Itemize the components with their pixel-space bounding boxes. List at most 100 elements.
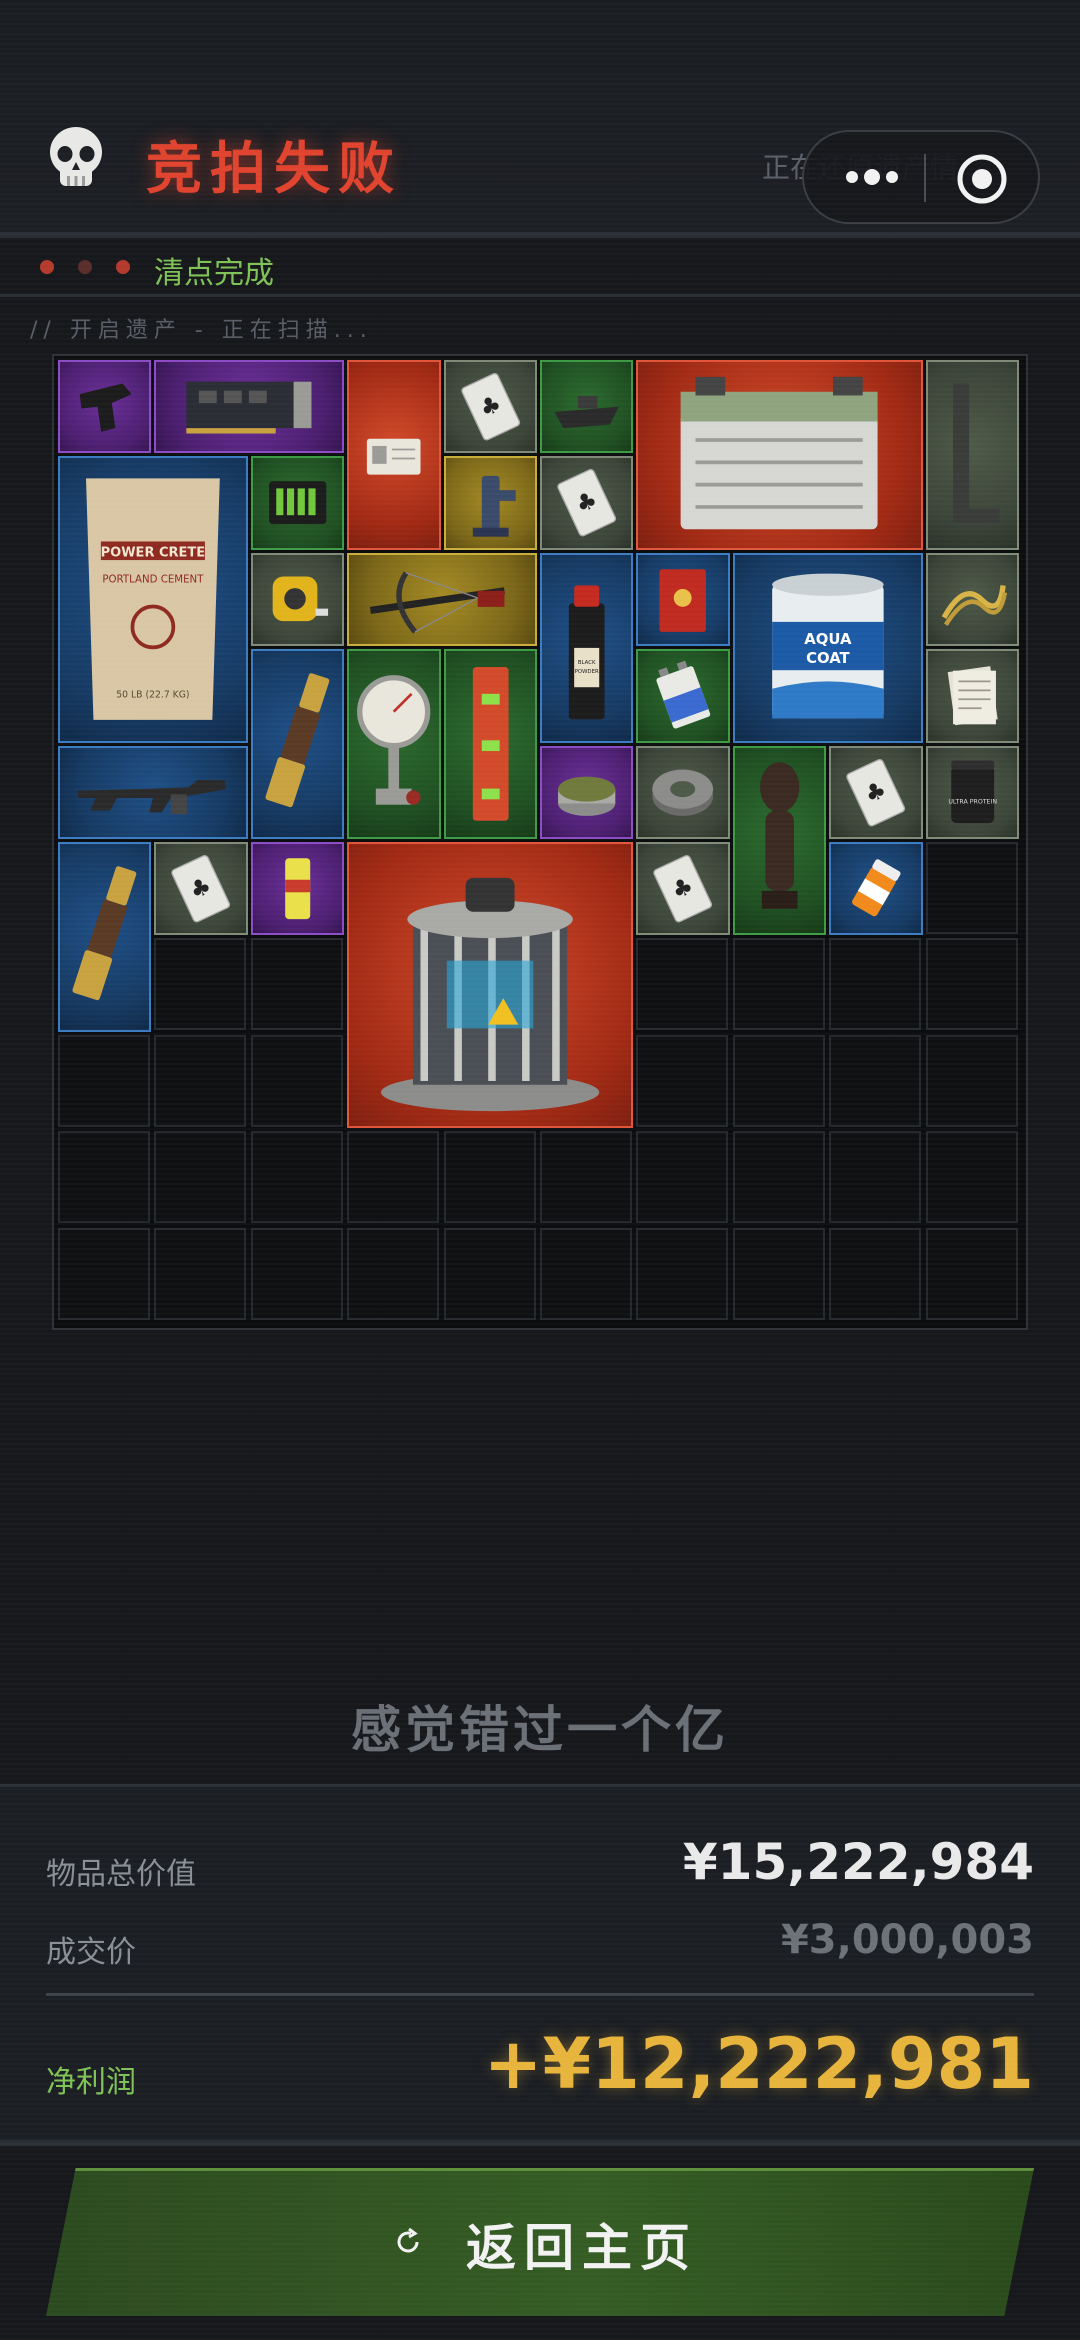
inventory-slot	[347, 1227, 440, 1320]
inventory-item-cement-bag[interactable]: POWER CRETE PORTLAND CEMENT 50 LB (22.7 KG…	[58, 456, 248, 743]
inventory-slot	[925, 938, 1018, 1031]
inventory-item-faucet[interactable]	[443, 456, 537, 550]
refresh-icon	[397, 2227, 419, 2253]
inventory-item-black-powder[interactable]: BLACK POWDER	[540, 552, 634, 743]
tin-icon	[659, 569, 707, 632]
inventory-slot	[540, 1227, 632, 1320]
paint-bucket-icon: AQUACOAT	[771, 573, 884, 719]
inventory-item-crossbow[interactable]	[347, 552, 537, 647]
inventory-item-tea-tin[interactable]	[636, 552, 730, 647]
inventory-item-playing-card[interactable]: ♣	[540, 456, 634, 550]
inventory-slot	[540, 1131, 632, 1224]
inventory-slot	[347, 1131, 440, 1224]
inventory-item-car-battery[interactable]	[636, 360, 923, 550]
inventory-slot	[732, 938, 825, 1031]
inventory-slot	[58, 1227, 150, 1320]
bottle-icon: BLACK POWDER	[568, 585, 605, 720]
svg-text:ULTRA PROTEIN: ULTRA PROTEIN	[948, 798, 997, 805]
inventory-slot	[250, 1227, 343, 1320]
faucet-icon	[472, 476, 516, 538]
inventory-item-spyglass[interactable]	[250, 649, 345, 839]
tape-roll-icon	[652, 769, 714, 816]
return-home-button[interactable]: 返回主页	[46, 2168, 1034, 2316]
capsule-divider	[924, 154, 926, 202]
status-label: 清点完成	[154, 256, 274, 291]
net-profit-value: +¥12,222,981	[483, 2023, 1034, 2105]
jar-icon: ULTRA PROTEIN	[948, 760, 997, 823]
inventory-slot	[829, 1131, 922, 1224]
svg-text:PORTLAND CEMENT: PORTLAND CEMENT	[102, 575, 204, 586]
inventory-item-tactical-grip[interactable]	[58, 360, 152, 454]
total-value-label: 物品总价值	[46, 1857, 196, 1892]
svg-text:50 LB (22.7 KG): 50 LB (22.7 KG)	[116, 690, 189, 701]
status-divider	[0, 294, 1080, 297]
inventory-item-toy-boat[interactable]	[540, 360, 634, 454]
inventory-item-battery-9v[interactable]	[636, 649, 730, 743]
pill-bottle-icon	[852, 859, 901, 917]
battery-9v-icon	[656, 660, 711, 729]
spyglass-icon	[265, 673, 330, 808]
scan-progress-text: // 开启遗产 - 正在扫描...	[30, 318, 373, 343]
inventory-item-protein-jar[interactable]: ULTRA PROTEIN	[925, 745, 1019, 839]
level-icon	[472, 667, 509, 821]
panel-divider	[0, 2140, 1080, 2146]
mini-program-capsule	[802, 130, 1040, 224]
playing-card-icon: ♣	[460, 372, 520, 441]
inventory-item-energy-drink[interactable]	[250, 842, 345, 936]
inventory-item-rifle[interactable]	[58, 745, 248, 839]
drink-can-icon	[284, 858, 311, 920]
inventory-item-level-tool[interactable]	[443, 649, 537, 839]
status-bar: 清点完成	[0, 238, 1080, 294]
inventory-item-pressure-gauge[interactable]	[347, 649, 441, 839]
inventory-item-paint-bucket[interactable]: AQUA COAT	[732, 552, 923, 743]
inventory-item-duct-tape[interactable]	[636, 745, 730, 839]
inventory-slot	[636, 938, 729, 1031]
gauge-icon	[357, 675, 431, 805]
svg-text:POWDER: POWDER	[575, 669, 599, 675]
inventory-item-food-can[interactable]	[540, 745, 634, 839]
inventory-item-rope[interactable]	[925, 552, 1019, 647]
spyglass-icon	[72, 866, 137, 1001]
playing-card-icon: ♣	[653, 854, 713, 923]
inventory-item-playing-card[interactable]: ♣	[154, 842, 248, 936]
inventory-item-playing-card[interactable]: ♣	[443, 360, 537, 454]
inventory-item-receipts[interactable]	[925, 649, 1019, 743]
inventory-item-statue[interactable]	[732, 745, 827, 936]
inventory-slot	[58, 1034, 150, 1127]
inventory-slot	[925, 1227, 1018, 1320]
status-dot	[78, 260, 92, 274]
rope-icon	[941, 584, 1007, 626]
svg-text:POWER CRETE: POWER CRETE	[101, 546, 206, 561]
inventory-slot	[443, 1227, 536, 1320]
tactical-grip-icon	[79, 383, 132, 432]
svg-text:BLACK: BLACK	[578, 660, 596, 666]
inventory-item-id-card[interactable]	[347, 360, 441, 550]
inventory-slot	[154, 938, 247, 1031]
inventory-item-playing-card[interactable]: ♣	[636, 842, 730, 936]
paper-icon	[947, 666, 998, 726]
deal-price-label: 成交价	[46, 1935, 136, 1970]
inventory-slot	[829, 1227, 922, 1320]
inventory-slot	[829, 938, 922, 1031]
inventory-item-metal-bracket[interactable]	[925, 360, 1019, 550]
return-home-label: 返回主页	[466, 2219, 698, 2277]
boat-icon	[554, 395, 619, 429]
inventory-grid: ♣ POWER CRETE PORTLAND CEMENT 50 LB (22.7 K…	[52, 354, 1028, 1330]
inventory-slot	[250, 938, 343, 1031]
inventory-slot	[732, 1131, 825, 1224]
inventory-item-spyglass[interactable]	[58, 842, 152, 1032]
more-dots-icon[interactable]	[834, 152, 934, 202]
inventory-item-battery-charger[interactable]	[250, 456, 345, 550]
battery-icon	[681, 376, 878, 530]
inventory-slot	[250, 1131, 343, 1224]
svg-text:COAT: COAT	[806, 649, 850, 667]
inventory-slot	[636, 1034, 729, 1127]
status-dot	[116, 260, 130, 274]
inventory-item-playing-card[interactable]: ♣	[829, 745, 923, 839]
inventory-item-pill-bottle[interactable]	[829, 842, 923, 936]
inventory-item-graphics-card[interactable]	[154, 360, 345, 454]
playing-card-icon: ♣	[171, 854, 231, 923]
target-close-icon[interactable]	[954, 151, 1010, 207]
inventory-item-tape-measure[interactable]	[250, 552, 345, 647]
inventory-item-reactor-core[interactable]	[347, 842, 634, 1129]
